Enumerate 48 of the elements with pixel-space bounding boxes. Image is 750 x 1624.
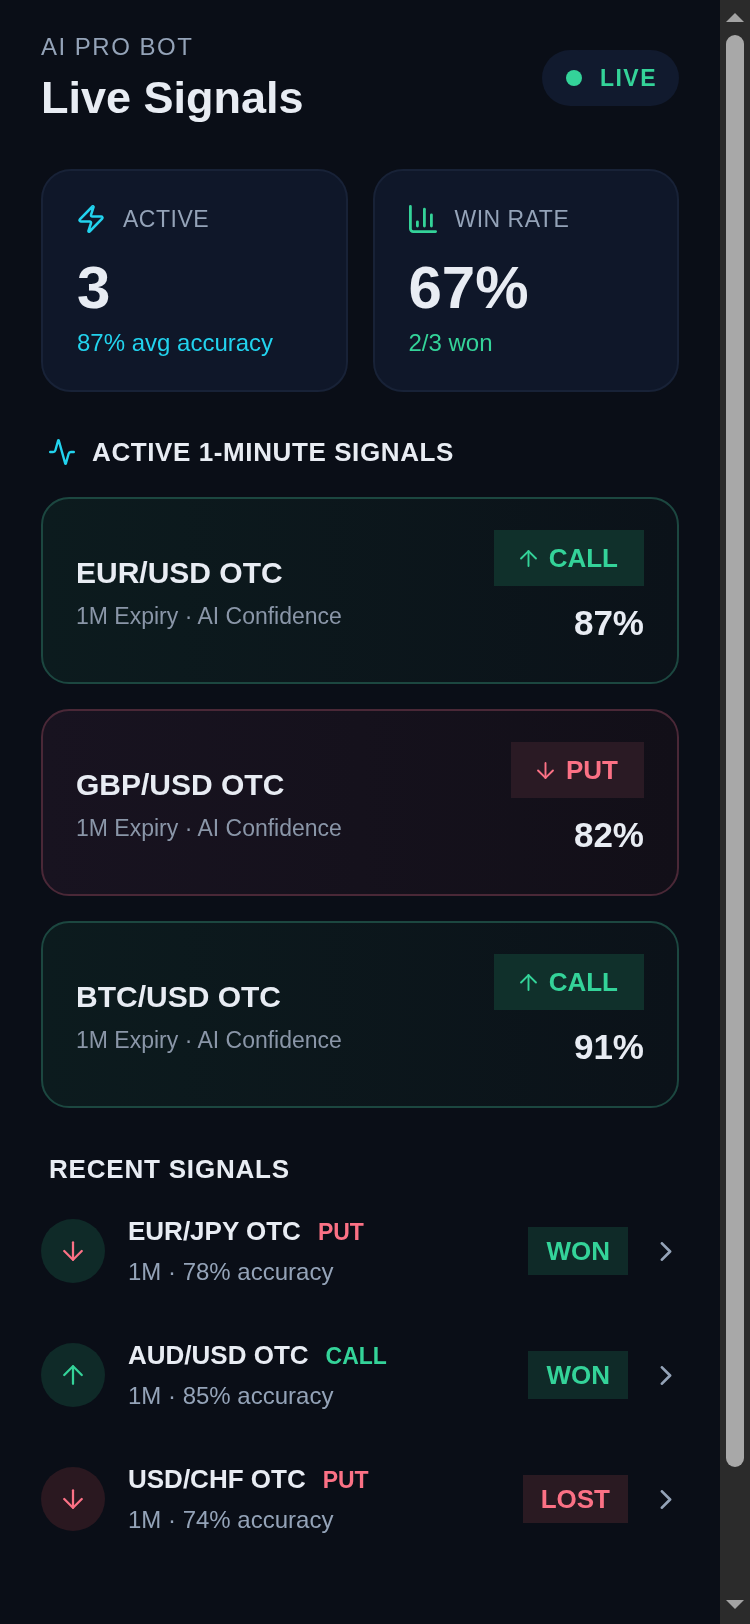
confidence-value: 87% (573, 603, 644, 643)
pulse-icon (49, 439, 75, 465)
signal-meta: 1M Expiry · AI Confidence (76, 1026, 342, 1055)
pair-name: EUR/USD OTC (76, 555, 283, 591)
stat-value: 3 (77, 256, 111, 320)
scroll-up-arrow-icon[interactable] (726, 13, 744, 22)
result-badge: LOST (522, 1475, 628, 1523)
pair-name: AUD/USD OTC (128, 1339, 309, 1371)
result-badge: WON (528, 1351, 628, 1399)
direction-label: CALL (548, 543, 618, 573)
arrow-up-icon (519, 549, 537, 567)
lightning-icon (77, 205, 105, 233)
scrollbar-thumb[interactable] (726, 35, 744, 1467)
confidence-value: 91% (573, 1027, 644, 1067)
brand-label: AI PRO BOT (41, 32, 194, 62)
result-badge: WON (528, 1227, 628, 1275)
signal-meta: 1M Expiry · AI Confidence (76, 602, 342, 631)
direction-label: PUT (322, 1466, 369, 1495)
direction-label: CALL (325, 1342, 387, 1371)
scrollbar-track[interactable] (720, 0, 750, 1624)
stat-label: WIN RATE (454, 205, 570, 234)
bar-chart-icon (408, 205, 437, 233)
arrow-up-icon (519, 973, 537, 991)
stat-label: ACTIVE (123, 205, 210, 234)
direction-label: PUT (317, 1218, 364, 1247)
stat-value: 67% (408, 256, 529, 320)
pair-name: USD/CHF OTC (128, 1463, 306, 1495)
signal-meta: 1M Expiry · AI Confidence (76, 814, 342, 843)
stat-detail: 2/3 won (408, 328, 493, 358)
stat-detail: 87% avg accuracy (77, 328, 274, 358)
chevron-right-icon[interactable] (660, 1365, 672, 1385)
signal-meta: 1M · 74% accuracy (128, 1505, 334, 1535)
section-title: RECENT SIGNALS (49, 1154, 290, 1184)
direction-label: CALL (548, 967, 618, 997)
direction-label: PUT (566, 755, 618, 785)
scroll-down-arrow-icon[interactable] (726, 1600, 744, 1609)
arrow-down-icon (537, 761, 554, 779)
confidence-value: 82% (573, 815, 644, 855)
section-title: ACTIVE 1-MINUTE SIGNALS (92, 437, 454, 467)
page-title: Live Signals (41, 72, 304, 124)
live-label: LIVE (599, 64, 657, 93)
signal-meta: 1M · 85% accuracy (128, 1381, 334, 1411)
pair-name: BTC/USD OTC (76, 979, 281, 1015)
pair-name: EUR/JPY OTC (128, 1215, 301, 1247)
signal-meta: 1M · 78% accuracy (128, 1257, 334, 1287)
chevron-right-icon[interactable] (660, 1241, 672, 1261)
pair-name: GBP/USD OTC (76, 767, 285, 803)
chevron-right-icon[interactable] (660, 1489, 672, 1509)
